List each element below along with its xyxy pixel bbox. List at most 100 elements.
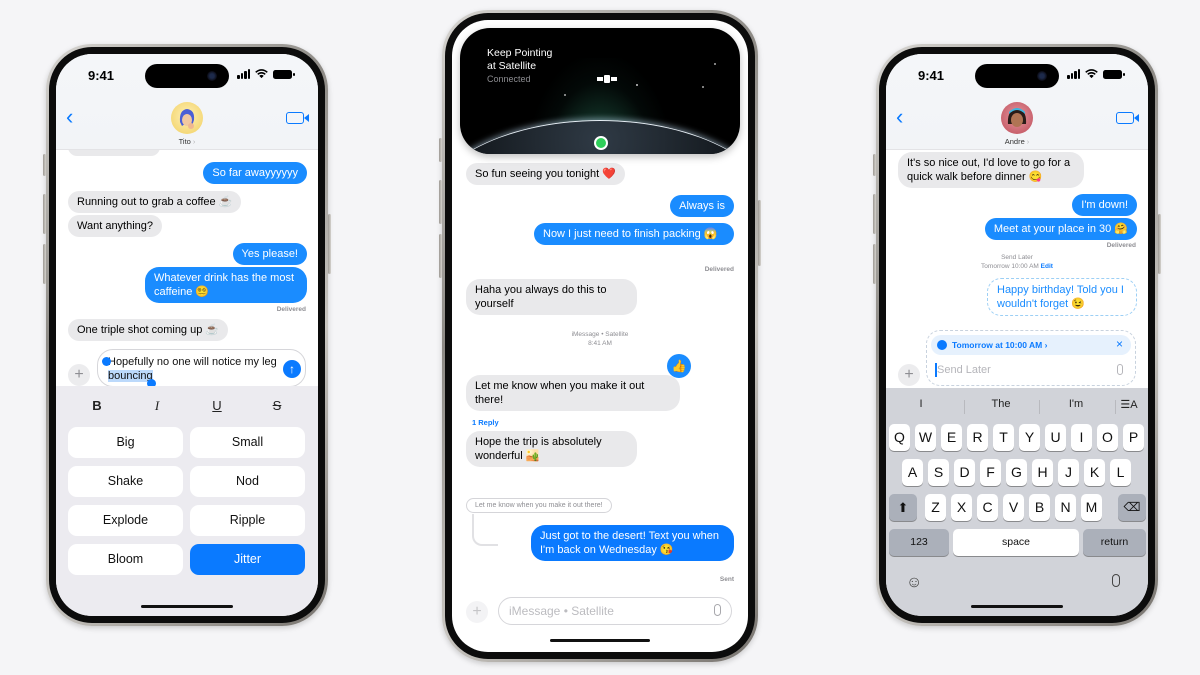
chevron-left-icon[interactable]: ‹	[66, 106, 73, 128]
space-key[interactable]: space	[953, 529, 1079, 556]
contact-avatar[interactable]	[171, 102, 203, 134]
bold-button[interactable]: B	[82, 398, 112, 413]
key-r[interactable]: R	[967, 424, 988, 451]
scheduled-message-bubble[interactable]: Happy birthday! Told you I wouldn't forg…	[987, 278, 1137, 316]
reply-count-link[interactable]: 1 Reply	[472, 418, 499, 427]
key-p[interactable]: P	[1123, 424, 1144, 451]
reply-quote[interactable]: Let me know when you make it out there!	[466, 498, 612, 513]
contact-name[interactable]: Tito ›	[56, 137, 318, 146]
action-button	[439, 138, 442, 162]
key-q[interactable]: Q	[889, 424, 910, 451]
key-u[interactable]: U	[1045, 424, 1066, 451]
key-l[interactable]: L	[1110, 459, 1131, 486]
delete-backspace-icon[interactable]: ⌫	[1118, 494, 1146, 521]
effect-shake-button[interactable]: Shake	[68, 466, 183, 497]
message-input[interactable]: iMessage • Satellite	[498, 597, 732, 625]
key-n[interactable]: N	[1055, 494, 1076, 521]
numbers-key[interactable]: 123	[889, 529, 949, 556]
message-input-placeholder[interactable]: Send Later	[937, 364, 991, 376]
microphone-icon[interactable]	[714, 604, 721, 616]
effect-jitter-button[interactable]: Jitter	[190, 544, 305, 575]
shift-icon[interactable]: ⬆	[889, 494, 917, 521]
message-bubble-incoming[interactable]: So fun seeing you tonight ❤️	[466, 163, 625, 185]
key-g[interactable]: G	[1006, 459, 1027, 486]
video-camera-icon[interactable]	[286, 112, 309, 124]
satellite-live-activity[interactable]: Keep Pointing at Satellite Connected	[460, 28, 740, 154]
message-bubble-incoming[interactable]: It's so nice out, I'd love to go for a q…	[898, 152, 1084, 188]
microphone-icon[interactable]	[1117, 364, 1123, 375]
message-bubble-outgoing[interactable]: I'm down!	[1072, 194, 1137, 216]
italic-button[interactable]: I	[142, 398, 172, 414]
message-bubble-incoming[interactable]: One triple shot coming up ☕	[68, 319, 229, 341]
message-bubble-incoming[interactable]: Let me know when you make it out there!	[466, 375, 680, 411]
message-bubble-outgoing[interactable]: So far awayyyyyy	[203, 162, 307, 184]
message-bubble-outgoing[interactable]: Meet at your place in 30 🤗	[984, 218, 1137, 240]
text-format-icon[interactable]: ☰A	[1118, 398, 1140, 411]
key-k[interactable]: K	[1084, 459, 1105, 486]
plus-icon[interactable]: +	[466, 601, 488, 623]
home-indicator[interactable]	[550, 638, 650, 642]
message-bubble-incoming[interactable]: Hope the trip is absolutely wonderful 🏜️	[466, 431, 637, 467]
chevron-left-icon[interactable]: ‹	[896, 106, 903, 128]
key-i[interactable]: I	[1071, 424, 1092, 451]
home-indicator[interactable]	[971, 604, 1063, 608]
suggestion-1[interactable]: I	[906, 398, 936, 410]
return-key[interactable]: return	[1083, 529, 1146, 556]
message-bubble-outgoing[interactable]: Yes please!	[232, 243, 307, 265]
strikethrough-button[interactable]: S	[262, 398, 292, 413]
effect-nod-button[interactable]: Nod	[190, 466, 305, 497]
key-c[interactable]: C	[977, 494, 998, 521]
message-bubble-outgoing[interactable]: Just got to the desert! Text you when I'…	[531, 525, 734, 561]
key-m[interactable]: M	[1081, 494, 1102, 521]
key-s[interactable]: S	[928, 459, 949, 486]
home-indicator[interactable]	[141, 604, 233, 608]
message-bubble-incoming[interactable]: Haha you always do this to yourself	[466, 279, 637, 315]
key-v[interactable]: V	[1003, 494, 1024, 521]
plus-icon[interactable]: +	[898, 364, 920, 386]
plus-icon[interactable]: +	[68, 364, 90, 386]
key-f[interactable]: F	[980, 459, 1001, 486]
thumbs-up-reaction[interactable]: 👍	[667, 354, 691, 378]
message-bubble-outgoing[interactable]: Now I just need to finish packing 😱	[534, 223, 734, 245]
suggestion-2[interactable]: The	[981, 398, 1021, 410]
effect-small-button[interactable]: Small	[190, 427, 305, 458]
underline-button[interactable]: U	[202, 398, 232, 413]
key-j[interactable]: J	[1058, 459, 1079, 486]
message-bubble-incoming[interactable]: Want anything?	[68, 215, 163, 237]
message-input[interactable]: Hopefully no one will notice my leg boun…	[97, 349, 306, 388]
effect-bloom-button[interactable]: Bloom	[68, 544, 183, 575]
screen: Keep Pointing at Satellite Connected So …	[452, 20, 748, 652]
microphone-icon[interactable]	[1112, 574, 1120, 587]
key-y[interactable]: Y	[1019, 424, 1040, 451]
key-b[interactable]: B	[1029, 494, 1050, 521]
schedule-chip[interactable]: Tomorrow at 10:00 AM › ×	[931, 335, 1131, 355]
key-d[interactable]: D	[954, 459, 975, 486]
video-camera-icon[interactable]	[1116, 112, 1139, 124]
schedule-time[interactable]: Tomorrow at 10:00 AM ›	[952, 340, 1047, 350]
message-bubble-outgoing[interactable]: Always is	[670, 195, 734, 217]
key-a[interactable]: A	[902, 459, 923, 486]
key-h[interactable]: H	[1032, 459, 1053, 486]
message-bubble-incoming[interactable]: Running out to grab a coffee ☕	[68, 191, 242, 213]
contact-avatar[interactable]	[1001, 102, 1033, 134]
effect-ripple-button[interactable]: Ripple	[190, 505, 305, 536]
key-z[interactable]: Z	[925, 494, 946, 521]
key-x[interactable]: X	[951, 494, 972, 521]
effect-big-button[interactable]: Big	[68, 427, 183, 458]
emoji-icon[interactable]: ☺	[906, 574, 922, 592]
key-o[interactable]: O	[1097, 424, 1118, 451]
selected-text[interactable]: bouncing	[108, 370, 153, 382]
contact-name[interactable]: Andre ›	[886, 137, 1148, 146]
volume-down-button	[43, 244, 46, 284]
effect-explode-button[interactable]: Explode	[68, 505, 183, 536]
arrow-up-icon[interactable]: ↑	[283, 360, 301, 378]
suggestion-3[interactable]: I'm	[1056, 398, 1096, 410]
close-icon[interactable]: ×	[1116, 337, 1123, 351]
key-t[interactable]: T	[993, 424, 1014, 451]
key-e[interactable]: E	[941, 424, 962, 451]
location-dot-icon	[594, 136, 608, 150]
key-w[interactable]: W	[915, 424, 936, 451]
edit-link[interactable]: Edit	[1041, 263, 1053, 270]
selection-handle-start[interactable]	[102, 357, 111, 366]
message-bubble-outgoing[interactable]: Whatever drink has the most caffeine 😵‍💫	[145, 267, 307, 303]
